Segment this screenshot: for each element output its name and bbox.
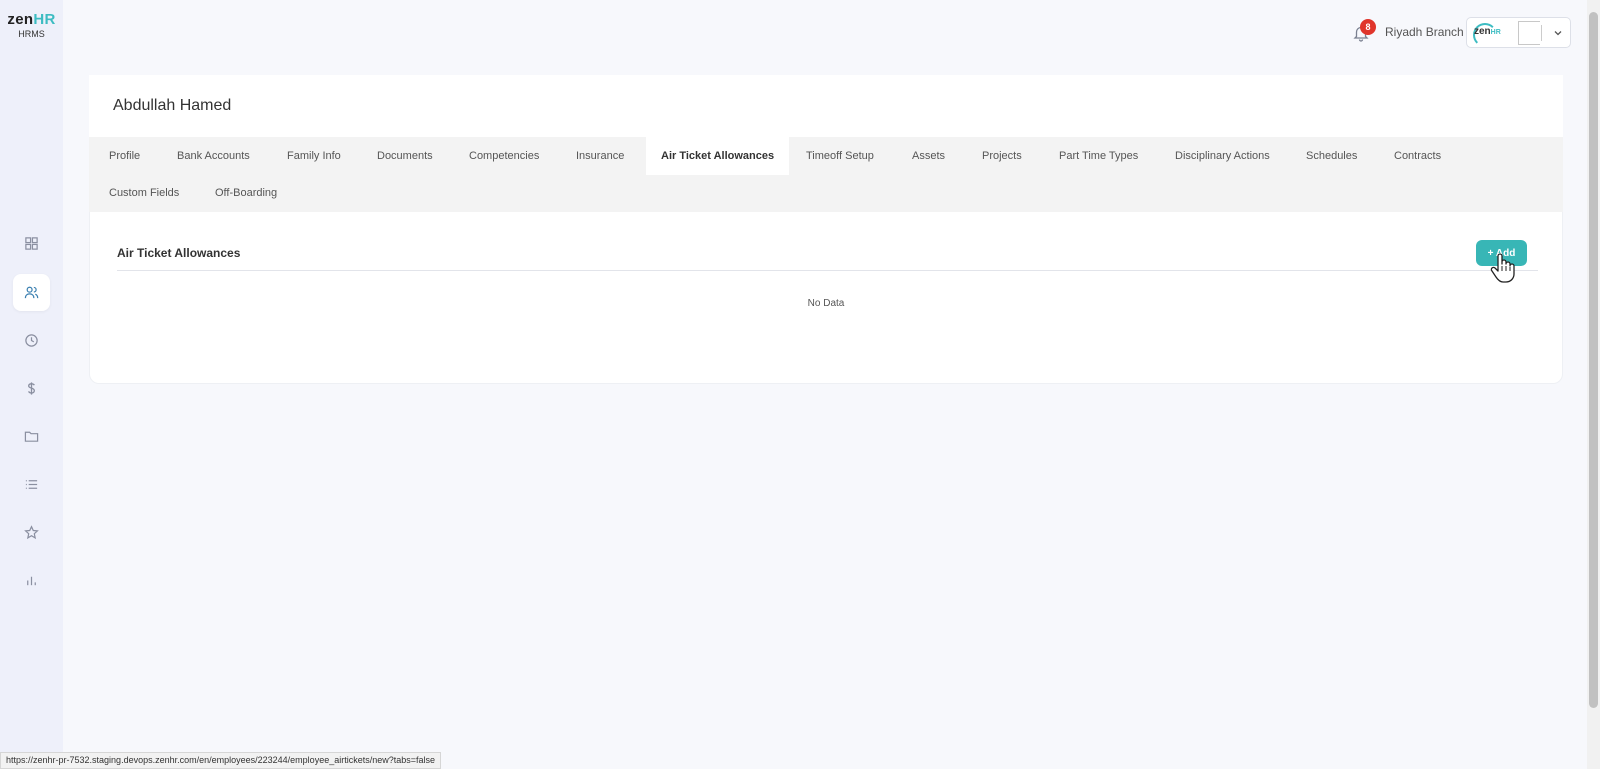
logo-subtitle: HRMS: [18, 29, 45, 39]
scrollbar-thumb[interactable]: [1589, 12, 1598, 708]
tab-insurance[interactable]: Insurance: [576, 137, 624, 175]
logo-word-hr: HR: [33, 11, 56, 28]
tab-profile[interactable]: Profile: [109, 137, 140, 175]
sidebar: zenHR HRMS: [0, 0, 63, 769]
employee-name: Abdullah Hamed: [113, 97, 232, 114]
tab-schedules[interactable]: Schedules: [1306, 137, 1357, 175]
tab-assets[interactable]: Assets: [912, 137, 945, 175]
sidebar-item-reports[interactable]: [13, 562, 50, 599]
star-icon: [24, 525, 39, 540]
status-bar-url: https://zenhr-pr-7532.staging.devops.zen…: [0, 752, 442, 769]
dollar-icon: [28, 382, 35, 395]
tab-competencies[interactable]: Competencies: [469, 137, 539, 175]
tab-contracts[interactable]: Contracts: [1394, 137, 1441, 175]
chevron-down-icon: [1554, 31, 1562, 36]
employee-header: Abdullah Hamed: [89, 75, 1563, 137]
dashboard-icon: [25, 237, 38, 250]
avatar: [1518, 21, 1540, 45]
tab-air-ticket-allowances[interactable]: Air Ticket Allowances: [646, 137, 790, 175]
company-logo: zenHR: [1474, 26, 1501, 37]
tab-part-time-types[interactable]: Part Time Types: [1059, 137, 1138, 175]
logo-word-zen: zen: [7, 11, 34, 28]
tab-off-boarding[interactable]: Off-Boarding: [215, 174, 277, 212]
account-switcher[interactable]: zenHR: [1466, 17, 1571, 48]
tab-family-info[interactable]: Family Info: [287, 137, 341, 175]
sidebar-item-dashboard[interactable]: [13, 225, 50, 262]
sidebar-item-payroll[interactable]: [13, 370, 50, 407]
tab-custom-fields[interactable]: Custom Fields: [109, 174, 179, 212]
zenhr-logo[interactable]: zenHR HRMS: [0, 11, 63, 40]
sidebar-item-attendance[interactable]: [13, 322, 50, 359]
tab-documents[interactable]: Documents: [377, 137, 433, 175]
sidebar-item-documents[interactable]: [13, 418, 50, 455]
clock-icon: [25, 334, 38, 347]
empty-state-text: No Data: [807, 298, 845, 309]
divider: [117, 270, 1538, 271]
users-icon: [24, 286, 39, 299]
branch-name[interactable]: Riyadh Branch: [1385, 25, 1464, 39]
bar-chart-icon: [27, 576, 36, 586]
section-title: Air Ticket Allowances: [117, 246, 241, 260]
tab-bank-accounts[interactable]: Bank Accounts: [177, 137, 250, 175]
tab-timeoff-setup[interactable]: Timeoff Setup: [806, 137, 874, 175]
sidebar-item-lists[interactable]: [13, 466, 50, 503]
folder-icon: [24, 431, 39, 442]
notification-badge: 8: [1360, 19, 1376, 35]
employee-tabs: Profile Bank Accounts Family Info Docume…: [89, 137, 1563, 212]
sidebar-item-performance[interactable]: [13, 514, 50, 551]
divider: [1541, 25, 1542, 41]
sidebar-item-employees[interactable]: [13, 274, 50, 311]
tab-disciplinary-actions[interactable]: Disciplinary Actions: [1175, 137, 1270, 175]
list-icon: [25, 480, 38, 489]
air-ticket-allowances-panel: Air Ticket Allowances + Add No Data: [89, 212, 1563, 384]
hand-cursor-icon: [1490, 253, 1515, 283]
tab-projects[interactable]: Projects: [982, 137, 1022, 175]
